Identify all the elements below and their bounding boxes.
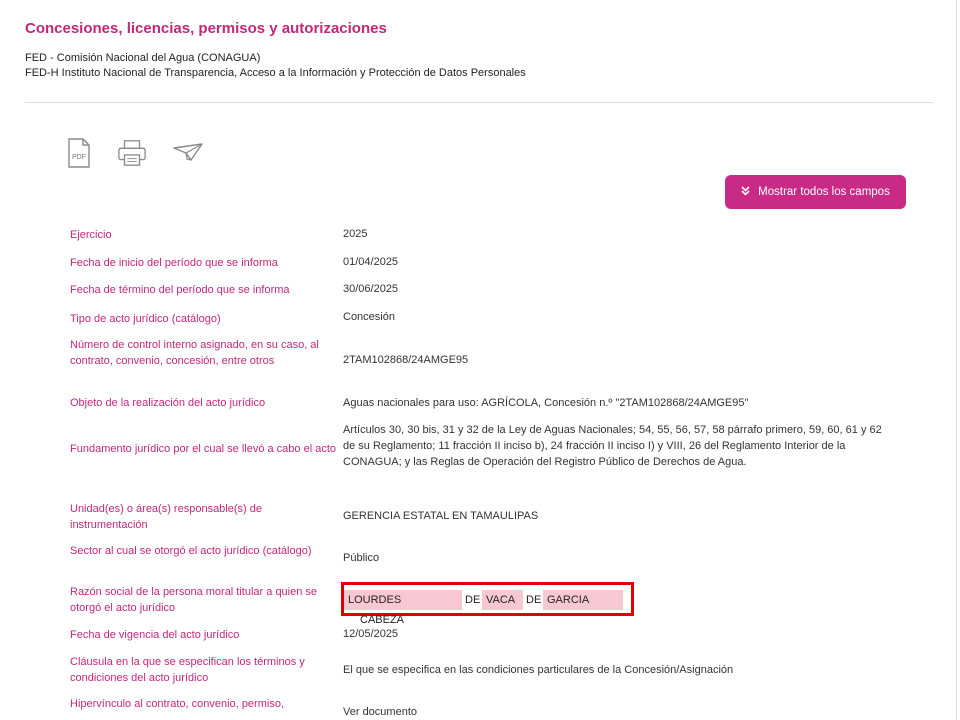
field-label-ejercicio: Ejercicio: [70, 229, 112, 241]
show-all-fields-label: Mostrar todos los campos: [758, 186, 890, 198]
field-value-sector: Público: [343, 552, 380, 564]
header-divider: [25, 102, 933, 103]
pdf-file-icon[interactable]: PDF: [64, 138, 94, 168]
field-value-numero-control: 2TAM102868/24AMGE95: [343, 354, 469, 366]
field-label-tipo-acto: Tipo de acto jurídico (catálogo): [70, 313, 221, 325]
name-part-vaca: VACA: [482, 590, 523, 610]
field-label-clausula: Cláusula en la que se especifican los té…: [70, 656, 305, 684]
field-label-razon-social: Razón social de la persona moral titular…: [70, 586, 318, 614]
field-label-fecha-inicio: Fecha de inicio del período que se infor…: [70, 257, 278, 269]
name-part-cabeza-text: CABEZA: [360, 614, 405, 626]
paper-plane-icon[interactable]: [173, 138, 203, 168]
field-label-fecha-termino: Fecha de término del período que se info…: [70, 284, 290, 296]
name-part-de-2: DE: [526, 594, 542, 606]
field-label-fecha-vigencia: Fecha de vigencia del acto jurídico: [70, 629, 240, 641]
name-part-lourdes: LOURDES CABEZA: [344, 590, 462, 626]
name-part-lourdes-text: LOURDES: [348, 594, 402, 606]
printer-icon[interactable]: [117, 138, 147, 168]
field-label-fundamento: Fundamento jurídico por el cual se llevó…: [70, 443, 336, 455]
show-all-fields-button[interactable]: Mostrar todos los campos: [725, 175, 906, 209]
field-value-ejercicio: 2025: [343, 228, 368, 240]
field-value-fecha-termino: 30/06/2025: [343, 283, 399, 295]
field-label-objeto: Objeto de la realización del acto jurídi…: [70, 397, 266, 409]
institute-subtitle: FED-H Instituto Nacional de Transparenci…: [25, 67, 526, 79]
field-value-fundamento: Artículos 30, 30 bis, 31 y 32 de la Ley …: [343, 424, 882, 468]
name-part-de-1: DE: [465, 594, 481, 606]
field-label-hipervinculo: Hipervínculo al contrato, convenio, perm…: [70, 698, 284, 710]
field-value-unidad-responsable: GERENCIA ESTATAL EN TAMAULIPAS: [343, 510, 539, 522]
double-chevron-down-icon: [741, 185, 750, 199]
svg-text:PDF: PDF: [72, 154, 86, 161]
name-part-garcia: GARCIA: [543, 590, 623, 610]
page-title: Concesiones, licencias, permisos y autor…: [25, 20, 387, 37]
agency-subtitle: FED - Comisión Nacional del Agua (CONAGU…: [25, 52, 261, 64]
field-value-objeto: Aguas nacionales para uso: AGRÍCOLA, Con…: [343, 397, 749, 409]
field-label-unidad-responsable: Unidad(es) o área(s) responsable(s) de i…: [70, 503, 262, 531]
field-label-sector: Sector al cual se otorgó el acto jurídic…: [70, 545, 312, 557]
field-value-tipo-acto: Concesión: [343, 311, 395, 323]
field-value-hipervinculo-link[interactable]: Ver documento: [343, 704, 883, 720]
field-value-clausula: El que se especifica en las condiciones …: [343, 664, 734, 676]
field-value-fecha-vigencia: 12/05/2025: [343, 628, 399, 640]
field-value-fecha-inicio: 01/04/2025: [343, 256, 399, 268]
field-label-numero-control: Número de control interno asignado, en s…: [70, 339, 319, 367]
